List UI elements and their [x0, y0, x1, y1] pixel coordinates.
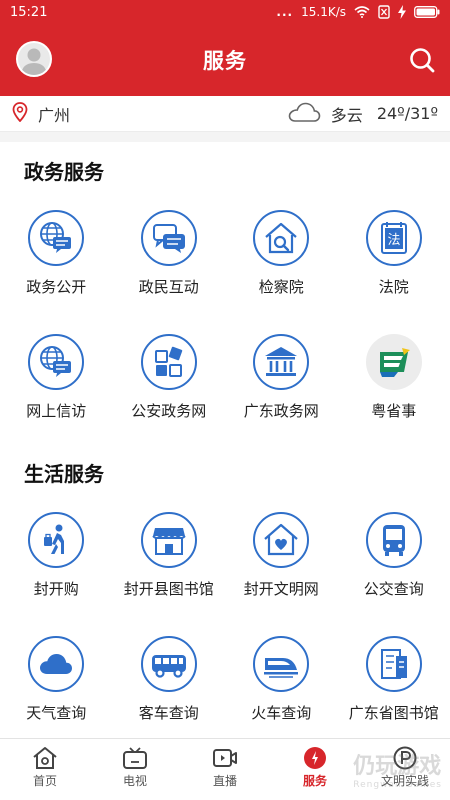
service-label: 火车查询 [251, 704, 312, 722]
weather-text: 多云 [330, 105, 363, 125]
tab-tv[interactable]: 电视 [90, 739, 180, 800]
service-item-citizen-interaction[interactable]: 政民互动 [113, 202, 226, 326]
tab-service[interactable]: 服务 [270, 739, 360, 800]
status-dots: ... [276, 5, 294, 19]
yueshengshi-logo-icon [365, 334, 422, 390]
page-title: 服务 [203, 49, 247, 73]
bullet-train-icon [253, 636, 310, 692]
cloudy-icon [287, 101, 321, 127]
city-name[interactable]: 广州 [38, 102, 70, 126]
service-item-yueshengshi[interactable]: 粤省事 [338, 326, 450, 450]
service-item-weather-query[interactable]: 天气查询 [0, 628, 113, 752]
bottom-tab-bar: 首页 电视 直播 服务 文明实践 [0, 738, 450, 800]
service-item-online-petition[interactable]: 网上信访 [0, 326, 113, 450]
status-bar: 15:21 ... 15.1K/s [0, 0, 450, 24]
home-icon [33, 747, 57, 769]
tab-label: 电视 [122, 774, 147, 788]
service-item-gov-disclosure[interactable]: 政务公开 [0, 202, 113, 326]
tab-label: 直播 [212, 774, 237, 788]
location-weather-bar: 广州 多云 24º/31º [0, 96, 450, 132]
service-icon [304, 747, 326, 769]
service-label: 法院 [378, 278, 409, 296]
coach-icon [140, 636, 197, 692]
service-label: 政民互动 [138, 278, 199, 296]
service-label: 封开购 [33, 580, 79, 598]
service-item-procuratorate[interactable]: 检察院 [225, 202, 338, 326]
avatar[interactable] [16, 41, 52, 77]
tab-home[interactable]: 首页 [0, 739, 90, 800]
storefront-icon [140, 512, 197, 568]
service-item-fengkai-library[interactable]: 封开县图书馆 [113, 504, 226, 628]
section-divider [0, 132, 450, 142]
charging-icon [398, 5, 406, 19]
tab-label: 文明实践 [380, 774, 429, 788]
tv-icon [123, 747, 147, 769]
search-button[interactable] [408, 46, 436, 74]
temperature: 24º/31º [376, 104, 438, 123]
section-title-life: 生活服务 [24, 462, 104, 486]
service-label: 公交查询 [363, 580, 424, 598]
tab-label: 首页 [32, 774, 57, 788]
svg-text:法: 法 [387, 233, 400, 248]
service-label: 天气查询 [26, 704, 87, 722]
p-circle-icon [393, 746, 417, 770]
service-label: 广东省图书馆 [348, 704, 439, 722]
chat-bubbles-icon [140, 210, 197, 266]
status-right: ... 15.1K/s [276, 5, 440, 19]
service-label: 客车查询 [138, 704, 199, 722]
bus-front-icon [365, 512, 422, 568]
life-services-grid: 封开购 封开县图书馆 封开文明网 公交查询 天气查询 客车查询 火车查询 广东省… [0, 504, 450, 752]
search-icon [410, 48, 435, 73]
library-building-icon [365, 636, 422, 692]
tab-civilization-practice[interactable]: 文明实践 [360, 739, 450, 800]
user-silhouette-icon [21, 48, 47, 75]
government-services-grid: 政务公开 政民互动 检察院 法 法院 网上信访 公安政务网 广东政务网 粤省事 [0, 202, 450, 450]
service-item-coach-query[interactable]: 客车查询 [113, 628, 226, 752]
service-label: 广东政务网 [243, 402, 319, 420]
service-item-train-query[interactable]: 火车查询 [225, 628, 338, 752]
house-search-icon [253, 210, 310, 266]
walking-shopper-icon [28, 512, 85, 568]
heart-house-icon [253, 512, 310, 568]
service-item-fengkai-shop[interactable]: 封开购 [0, 504, 113, 628]
service-label: 粤省事 [371, 402, 417, 420]
cloud-icon [28, 636, 85, 692]
law-book-icon: 法 [365, 210, 422, 266]
globe-chat-icon [28, 334, 85, 390]
service-label: 封开县图书馆 [123, 580, 214, 598]
service-label: 公安政务网 [131, 402, 207, 420]
battery-icon [414, 6, 440, 18]
service-label: 封开文明网 [243, 580, 319, 598]
government-building-icon [253, 334, 310, 390]
service-label: 网上信访 [26, 402, 87, 420]
grid-blocks-icon [140, 334, 197, 390]
service-item-guangdong-gov[interactable]: 广东政务网 [225, 326, 338, 450]
service-label: 检察院 [258, 278, 304, 296]
live-video-icon [213, 749, 237, 767]
service-item-fengkai-civility[interactable]: 封开文明网 [225, 504, 338, 628]
sim-off-icon [378, 5, 390, 19]
status-time: 15:21 [10, 4, 48, 20]
service-item-guangdong-library[interactable]: 广东省图书馆 [338, 628, 450, 752]
service-item-bus-query[interactable]: 公交查询 [338, 504, 450, 628]
location-pin-icon[interactable] [12, 101, 28, 126]
service-item-public-security[interactable]: 公安政务网 [113, 326, 226, 450]
tab-live[interactable]: 直播 [180, 739, 270, 800]
tab-label: 服务 [302, 774, 327, 788]
section-title-government: 政务服务 [24, 160, 104, 184]
app-header: 服务 [0, 24, 450, 96]
service-item-court[interactable]: 法 法院 [338, 202, 450, 326]
network-speed: 15.1K/s [301, 5, 346, 19]
service-label: 政务公开 [26, 278, 87, 296]
globe-chat-icon [28, 210, 85, 266]
wifi-icon [354, 6, 370, 18]
